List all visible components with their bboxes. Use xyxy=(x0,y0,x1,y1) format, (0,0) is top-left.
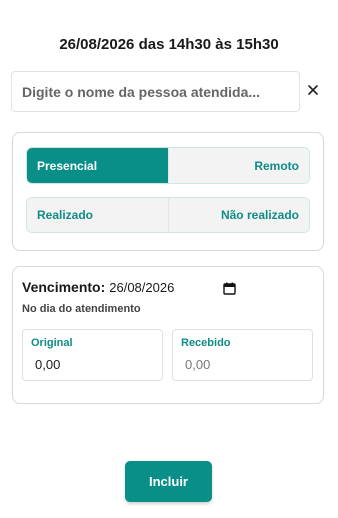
original-amount-field[interactable]: Original 0,00 xyxy=(22,329,163,381)
due-date-label: Vencimento: xyxy=(22,279,106,295)
appointment-title: 26/08/2026 das 14h30 às 15h30 xyxy=(59,36,279,53)
clear-search-button[interactable] xyxy=(303,79,323,101)
calendar-icon[interactable] xyxy=(223,282,236,295)
status-option-nao-realizado[interactable]: Não realizado xyxy=(168,198,309,232)
payment-card: Vencimento: 26/08/2026 No dia do atendim… xyxy=(12,266,324,404)
person-search-input[interactable] xyxy=(11,71,300,112)
received-amount-field[interactable]: Recebido 0,00 xyxy=(172,329,313,381)
received-amount-value[interactable]: 0,00 xyxy=(185,357,210,372)
include-button[interactable]: Incluir xyxy=(125,461,212,502)
received-amount-label: Recebido xyxy=(181,337,231,349)
due-date-input[interactable]: 26/08/2026 xyxy=(109,280,174,295)
due-date-subtitle: No dia do atendimento xyxy=(22,303,141,315)
mode-option-presencial[interactable]: Presencial xyxy=(27,148,169,183)
original-amount-label: Original xyxy=(31,337,73,349)
close-icon xyxy=(308,85,318,95)
mode-option-remoto[interactable]: Remoto xyxy=(168,148,309,183)
status-option-realizado[interactable]: Realizado xyxy=(27,198,169,232)
mode-toggle: Presencial Remoto xyxy=(26,147,310,184)
status-toggle: Realizado Não realizado xyxy=(26,197,310,233)
modality-card: Presencial Remoto Realizado Não realizad… xyxy=(12,132,324,251)
original-amount-value[interactable]: 0,00 xyxy=(35,357,60,372)
due-date-row: Vencimento: 26/08/2026 xyxy=(22,279,174,295)
